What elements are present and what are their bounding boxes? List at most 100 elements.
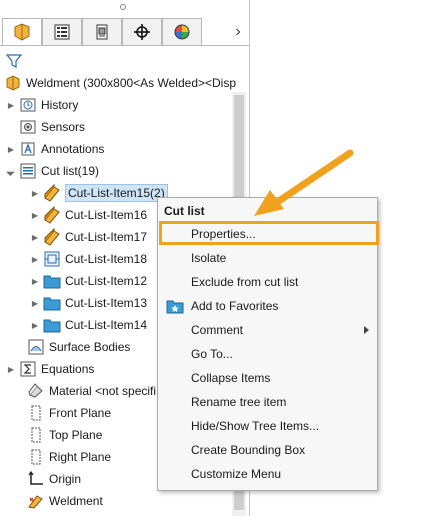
tree-item-cut-list-item15[interactable]: ▶ Cut-List-Item15(2) — [30, 182, 168, 204]
tree-item-material[interactable]: Material <not specifi — [27, 380, 156, 402]
menu-item-label: Comment — [191, 323, 244, 337]
tree-item-sensors[interactable]: Sensors — [19, 116, 85, 138]
tree-item-label: Material <not specifi — [49, 384, 157, 398]
configuration-manager-icon — [96, 24, 108, 40]
weldment-item-icon — [43, 228, 61, 246]
weldment-item-icon — [43, 206, 61, 224]
expand-arrow-icon[interactable]: ▶ — [6, 358, 16, 380]
feature-manager-icon — [14, 23, 30, 41]
tree-item-label: Cut-List-Item13 — [65, 296, 148, 310]
cut-list-icon — [19, 162, 37, 180]
dimxpert-manager-icon — [134, 24, 150, 40]
tree-item-label: Annotations — [41, 142, 105, 156]
tree-item-cut-list-item13[interactable]: ▶ Cut-List-Item13 — [30, 292, 147, 314]
menu-item-hide-show-tree-items[interactable]: Hide/Show Tree Items... — [158, 414, 379, 438]
tabs-more-chevron-icon[interactable]: › — [229, 18, 247, 46]
sensors-icon — [19, 118, 37, 136]
expand-arrow-icon[interactable]: ▶ — [30, 204, 40, 226]
tree-item-surface-bodies[interactable]: Surface Bodies — [27, 336, 130, 358]
expand-arrow-icon[interactable]: ▶ — [30, 314, 40, 336]
tree-item-label: Sensors — [41, 120, 86, 134]
tree-item-label: Front Plane — [49, 406, 112, 420]
folder-icon — [43, 316, 61, 334]
filter-icon[interactable] — [4, 51, 24, 71]
folder-icon — [43, 272, 61, 290]
tree-item-weldment[interactable]: Weldment — [27, 490, 103, 512]
tab-dimxpert-manager[interactable] — [122, 18, 162, 46]
tree-item-label: Cut-List-Item18 — [65, 252, 148, 266]
expand-arrow-icon[interactable]: ▶ — [30, 248, 40, 270]
tree-item-top-plane[interactable]: Top Plane — [27, 424, 102, 446]
tree-item-cut-list-item14[interactable]: ▶ Cut-List-Item14 — [30, 314, 147, 336]
menu-item-customize-menu[interactable]: Customize Menu — [158, 462, 379, 486]
submenu-arrow-icon — [364, 326, 369, 334]
tree-item-label: Cut-List-Item16 — [65, 208, 148, 222]
menu-item-create-bounding-box[interactable]: Create Bounding Box — [158, 438, 379, 462]
tab-configuration-manager[interactable] — [82, 18, 122, 46]
plane-icon — [27, 404, 45, 422]
tree-item-label: Cut-List-Item15(2) — [65, 184, 168, 202]
tree-item-cut-list[interactable]: ◢ Cut list(19) — [6, 160, 99, 182]
tree-root-label: Weldment (300x800<As Welded><Disp — [26, 76, 237, 90]
tree-item-right-plane[interactable]: Right Plane — [27, 446, 111, 468]
favorites-folder-icon — [166, 300, 184, 314]
expand-arrow-icon[interactable]: ▶ — [30, 292, 40, 314]
plane-icon — [27, 448, 45, 466]
menu-item-label: Rename tree item — [191, 395, 287, 409]
context-menu-title: Cut list — [164, 204, 205, 218]
expand-arrow-icon[interactable]: ▶ — [6, 94, 16, 116]
surface-bodies-icon — [27, 338, 45, 356]
tree-item-label: Cut-List-Item14 — [65, 318, 148, 332]
tree-item-annotations[interactable]: ▶ Annotations — [6, 138, 104, 160]
weldment-icon — [27, 492, 45, 510]
tree-item-front-plane[interactable]: Front Plane — [27, 402, 111, 424]
part-icon — [4, 74, 22, 92]
expand-arrow-icon[interactable]: ▶ — [30, 270, 40, 292]
tree-root-weldment[interactable]: Weldment (300x800<As Welded><Disp — [4, 72, 236, 94]
tree-item-origin[interactable]: Origin — [27, 468, 81, 490]
tree-item-label: Cut-List-Item12 — [65, 274, 148, 288]
menu-item-label: Add to Favorites — [191, 299, 279, 313]
tree-item-label: History — [41, 98, 79, 112]
display-manager-icon — [174, 24, 190, 40]
expand-arrow-icon[interactable]: ▶ — [6, 138, 16, 160]
menu-item-isolate[interactable]: Isolate — [158, 246, 379, 270]
tree-item-equations[interactable]: ▶ Equations — [6, 358, 94, 380]
menu-item-label: Customize Menu — [191, 467, 282, 481]
tree-item-label: Equations — [41, 362, 95, 376]
menu-item-rename-tree-item[interactable]: Rename tree item — [158, 390, 379, 414]
menu-item-add-to-favorites[interactable]: Add to Favorites — [158, 294, 379, 318]
weldment-item-icon — [43, 184, 61, 202]
annotations-icon — [19, 140, 37, 158]
menu-item-comment[interactable]: Comment — [158, 318, 379, 342]
tree-item-label: Top Plane — [49, 428, 103, 442]
history-icon — [19, 96, 37, 114]
tree-item-label: Origin — [49, 472, 82, 486]
manager-tabs: › — [0, 18, 249, 46]
menu-item-label: Create Bounding Box — [191, 443, 306, 457]
menu-item-go-to[interactable]: Go To... — [158, 342, 379, 366]
tree-item-label: Weldment — [49, 494, 103, 508]
menu-item-collapse-items[interactable]: Collapse Items — [158, 366, 379, 390]
menu-item-exclude-from-cut-list[interactable]: Exclude from cut list — [158, 270, 379, 294]
tree-item-cut-list-item18[interactable]: ▶ Cut-List-Item18 — [30, 248, 147, 270]
tree-item-cut-list-item12[interactable]: ▶ Cut-List-Item12 — [30, 270, 147, 292]
tree-item-label: Right Plane — [49, 450, 112, 464]
tree-item-cut-list-item17[interactable]: ▶ Cut-List-Item17 — [30, 226, 147, 248]
tab-display-manager[interactable] — [162, 18, 202, 46]
tree-item-label: Cut-List-Item17 — [65, 230, 148, 244]
sheet-metal-item-icon — [43, 250, 61, 268]
tab-feature-manager[interactable] — [2, 18, 42, 46]
equations-icon — [19, 360, 37, 378]
panel-grip-icon[interactable] — [120, 4, 126, 10]
origin-icon — [27, 470, 45, 488]
folder-icon — [43, 294, 61, 312]
properties-highlight-box — [159, 221, 379, 245]
tree-item-history[interactable]: ▶ History — [6, 94, 78, 116]
expand-arrow-icon[interactable]: ▶ — [30, 182, 40, 204]
property-manager-icon — [54, 24, 70, 40]
tree-item-cut-list-item16[interactable]: ▶ Cut-List-Item16 — [30, 204, 147, 226]
expand-arrow-icon[interactable]: ▶ — [30, 226, 40, 248]
material-icon — [27, 382, 45, 400]
tab-property-manager[interactable] — [42, 18, 82, 46]
